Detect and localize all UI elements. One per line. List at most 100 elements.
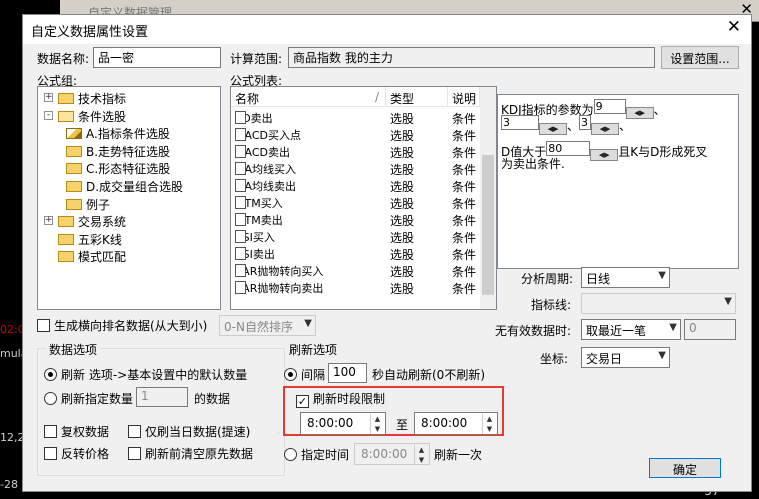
refresh-default-label: 刷新 选项->基本设置中的默认数量 [61, 368, 248, 382]
data-name-label: 数据名称: [37, 52, 90, 66]
bg-label: 12,2 [0, 431, 25, 444]
reverse-price-checkbox[interactable]: 反转价格 [44, 445, 109, 462]
indicator-line-label: 指标线: [531, 298, 572, 312]
refresh-default-radio[interactable]: 刷新 选项->基本设置中的默认数量 [44, 366, 247, 383]
bg-label: 02:0 [0, 323, 25, 336]
checkbox-box[interactable]: ✓ [296, 395, 309, 408]
pencil-icon [66, 128, 82, 140]
stepper-arrows[interactable]: ▲ ▼ [414, 445, 428, 464]
rank-order-select[interactable]: 0-N自然排序 ▼ [219, 315, 316, 336]
time-to-stepper[interactable]: 8:00:00 ▲ ▼ [414, 412, 498, 435]
expand-icon[interactable]: + [44, 216, 53, 226]
param-3-input[interactable]: 3 [579, 115, 592, 130]
restore-checkbox[interactable]: 复权数据 [44, 423, 109, 440]
indicator-line-select[interactable]: ▼ [581, 293, 736, 314]
param-2-spinner[interactable]: ◀▶ [539, 123, 567, 135]
reverse-price-label: 反转价格 [61, 447, 110, 461]
formula-list[interactable]: 名称 / 类型 说明 KD卖出 选股 条件 MACD买入点 选股 条件 MACD卖出 选股 条件 M… [230, 86, 497, 310]
formula-type: 选股 [390, 180, 415, 194]
formula-doc-icon [235, 111, 246, 124]
time-to-value: 8:00:00 [421, 416, 468, 430]
formula-name: SAR抛物转向卖出 [235, 282, 324, 295]
param-2-input[interactable]: 3 [501, 115, 539, 130]
radio-button[interactable] [44, 368, 57, 381]
list-item[interactable]: MTM卖出 选股 条件 [231, 211, 480, 228]
formula-desc: 条件 [452, 112, 477, 126]
interval-input[interactable]: 100 [328, 363, 367, 383]
formula-desc: 条件 [452, 129, 477, 143]
rank-checkbox-label: 生成横向排名数据(从大到小) [54, 319, 208, 333]
collapse-icon[interactable]: - [44, 110, 53, 120]
list-item[interactable]: MACD卖出 选股 条件 [231, 143, 480, 160]
list-item[interactable]: MA均线卖出 选股 条件 [231, 177, 480, 194]
stepper-arrows[interactable]: ▲ ▼ [370, 414, 384, 434]
analysis-period-select[interactable]: 日线 ▼ [581, 267, 670, 288]
list-scrollbar-thumb[interactable] [482, 155, 494, 295]
formula-type: 选股 [390, 197, 415, 211]
set-range-button[interactable]: 设置范围... [661, 46, 739, 69]
list-item[interactable]: KD卖出 选股 条件 [231, 109, 480, 126]
interval-radio[interactable]: 间隔 [284, 366, 325, 383]
list-item[interactable]: RSI买入 选股 条件 [231, 228, 480, 245]
refresh-today-checkbox[interactable]: 仅刷当日数据(提速) [128, 423, 250, 440]
refresh-count-label: 刷新指定数量 [61, 392, 134, 406]
radio-button[interactable] [284, 448, 297, 461]
rank-order-value: 0-N自然排序 [224, 320, 293, 334]
param-1-input[interactable]: 9 [593, 99, 626, 114]
invalid-data-value: 取最近一笔 [586, 324, 647, 338]
checkbox-box[interactable] [128, 447, 141, 460]
to-label: 至 [396, 418, 409, 432]
checkbox-box[interactable] [37, 319, 50, 332]
specified-time-stepper[interactable]: 8:00:00 ▲ ▼ [354, 443, 430, 465]
param-sep: 、 [619, 119, 632, 133]
folder-icon [66, 163, 82, 175]
data-name-input[interactable]: 品一密 [93, 47, 221, 68]
param-sep: 、 [567, 119, 580, 133]
ok-button[interactable]: 确定 [649, 458, 721, 478]
axis-select[interactable]: 交易日 ▼ [581, 347, 670, 368]
expand-icon[interactable]: + [44, 93, 53, 102]
radio-button[interactable] [44, 392, 57, 405]
list-item[interactable]: SAR抛物转向卖出 选股 条件 [231, 279, 480, 296]
formula-data-properties-dialog: 自定义数据属性设置 ✕ 数据名称: 品一密 计算范围: 商品指数 我的主力 设置… [22, 14, 752, 492]
checkbox-box[interactable] [128, 425, 141, 438]
checkbox-box[interactable] [44, 425, 57, 438]
tree-item-label: 例子 [86, 197, 111, 212]
column-header-desc[interactable]: 说明 [448, 87, 480, 107]
list-item[interactable]: RSI卖出 选股 条件 [231, 245, 480, 262]
param-4-spinner[interactable]: ◀▶ [590, 149, 619, 161]
refresh-count-input[interactable]: 1 [136, 387, 188, 407]
radio-button[interactable] [284, 368, 297, 381]
list-item[interactable]: MTM买入 选股 条件 [231, 194, 480, 211]
specified-time-radio[interactable]: 指定时间 [284, 446, 349, 463]
tree-item-label: A.指标条件选股 [86, 127, 170, 142]
column-name-label: 名称 [235, 92, 260, 106]
invalid-data-select[interactable]: 取最近一笔 ▼ [581, 319, 681, 340]
formula-group-tree[interactable]: + 技术指标 - 条件选股 A.指标条件选股 B.走势特征选股 C.形态特征选股 D.成交量组… [37, 86, 221, 310]
list-item[interactable]: SAR抛物转向买入 选股 条件 [231, 262, 480, 279]
list-scrollbar[interactable] [480, 87, 496, 309]
folder-icon [66, 145, 82, 157]
folder-open-icon [58, 110, 74, 122]
list-item[interactable]: MA均线买入 选股 条件 [231, 160, 480, 177]
column-header-name[interactable]: 名称 / [231, 87, 386, 107]
data-options-group: 数据选项 刷新 选项->基本设置中的默认数量 刷新指定数量 1 的数据 复权数据… [37, 341, 285, 476]
list-item[interactable]: MACD买入点 选股 条件 [231, 126, 480, 143]
time-from-stepper[interactable]: 8:00:00 ▲ ▼ [300, 412, 386, 435]
formula-type: 选股 [390, 163, 415, 177]
param-3-spinner[interactable]: ◀▶ [591, 123, 620, 135]
refresh-today-label: 仅刷当日数据(提速) [145, 425, 251, 439]
clear-before-checkbox[interactable]: 刷新前清空原先数据 [128, 445, 253, 462]
refresh-count-radio[interactable]: 刷新指定数量 [44, 390, 133, 407]
close-icon[interactable]: ✕ [727, 17, 741, 37]
column-header-type[interactable]: 类型 [386, 87, 448, 107]
invalid-data-number[interactable]: 0 [684, 319, 736, 340]
formula-doc-icon [235, 264, 246, 277]
checkbox-box[interactable] [44, 447, 57, 460]
tree-item-label: 模式匹配 [78, 250, 127, 265]
rank-checkbox[interactable]: 生成横向排名数据(从大到小) [37, 317, 207, 334]
param-4-input[interactable]: 80 [546, 141, 591, 156]
time-limit-checkbox[interactable]: ✓ 刷新时段限制 [296, 390, 385, 408]
specified-time-label: 指定时间 [301, 448, 350, 462]
stepper-arrows[interactable]: ▲ ▼ [482, 414, 496, 434]
